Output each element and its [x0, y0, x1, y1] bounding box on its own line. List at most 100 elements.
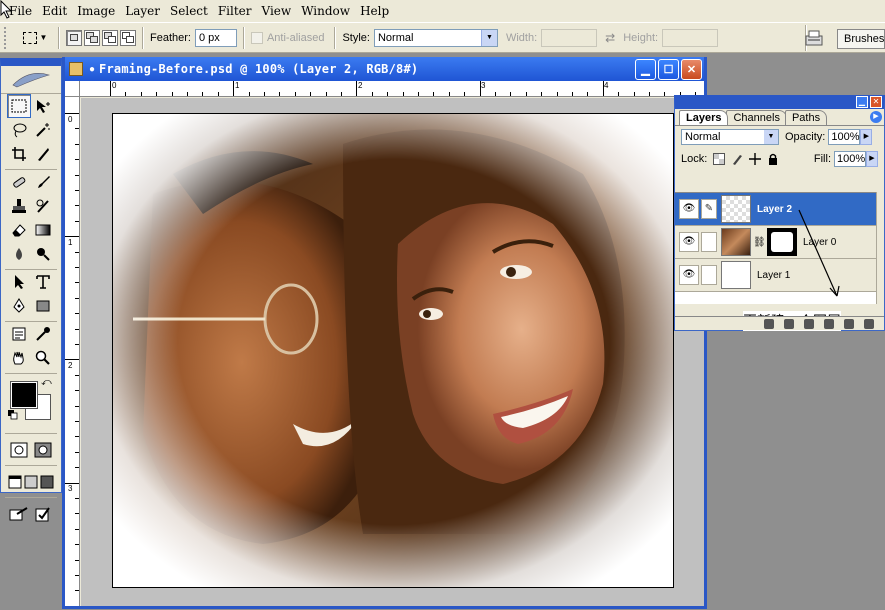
- layer-list-scrollbar[interactable]: [876, 192, 884, 304]
- eraser-tool[interactable]: [7, 218, 31, 242]
- height-input[interactable]: [662, 28, 719, 47]
- full-screen-mode-button[interactable]: [39, 470, 55, 494]
- rectangular-marquee-tool[interactable]: [7, 94, 31, 118]
- hand-tool[interactable]: [7, 346, 31, 370]
- fill-slider-button[interactable]: ▶: [866, 151, 878, 167]
- magic-wand-tool[interactable]: [31, 118, 55, 142]
- rectangle-shape-tool[interactable]: [31, 294, 55, 318]
- lasso-tool[interactable]: [7, 118, 31, 142]
- document-title-bar[interactable]: ● Framing-Before.psd @ 100% (Layer 2, RG…: [65, 57, 704, 81]
- canvas-pasteboard[interactable]: [81, 98, 704, 606]
- new-group-icon[interactable]: [804, 318, 814, 329]
- lock-transparency-icon[interactable]: [713, 153, 726, 165]
- link-cell[interactable]: [701, 265, 717, 285]
- eye-icon[interactable]: 👁: [679, 265, 699, 285]
- horizontal-ruler[interactable]: 0 1 2 3 4: [80, 81, 704, 97]
- menu-view[interactable]: View: [257, 0, 297, 22]
- divider: [334, 26, 337, 49]
- tool-preset-picker[interactable]: ▼: [18, 27, 52, 49]
- opacity-slider-button[interactable]: ▶: [860, 129, 873, 145]
- fill-input[interactable]: 100%: [834, 151, 866, 167]
- bullet-icon: ●: [89, 63, 96, 75]
- menu-help[interactable]: Help: [355, 0, 394, 22]
- healing-brush-tool[interactable]: [7, 170, 31, 194]
- feather-input[interactable]: [194, 28, 237, 47]
- history-brush-tool[interactable]: [31, 194, 55, 218]
- photoshop-feather-logo[interactable]: [1, 66, 61, 94]
- image-canvas[interactable]: [112, 113, 674, 588]
- palette-menu-button[interactable]: ▶: [870, 111, 882, 123]
- clone-stamp-tool[interactable]: [7, 194, 31, 218]
- gradient-tool[interactable]: [31, 218, 55, 242]
- menu-layer[interactable]: Layer: [120, 0, 165, 22]
- eye-icon[interactable]: 👁: [679, 232, 699, 252]
- move-tool[interactable]: [31, 94, 55, 118]
- foreground-color-swatch[interactable]: [10, 381, 38, 409]
- new-selection-button[interactable]: [66, 29, 82, 46]
- marquee-icon: [22, 31, 37, 44]
- eye-icon[interactable]: 👁: [679, 199, 699, 219]
- tab-layers[interactable]: Layers: [679, 110, 729, 125]
- dodge-tool[interactable]: [31, 242, 55, 266]
- type-tool[interactable]: [31, 270, 55, 294]
- blend-mode-select[interactable]: Normal ▼: [681, 129, 779, 145]
- style-select[interactable]: Normal ▼: [373, 28, 498, 47]
- full-screen-menu-mode-button[interactable]: [23, 470, 39, 494]
- menu-window[interactable]: Window: [296, 0, 355, 22]
- tab-channels[interactable]: Channels: [726, 110, 787, 125]
- palette-well-icon[interactable]: [803, 27, 825, 49]
- tab-paths[interactable]: Paths: [784, 110, 828, 125]
- layer-mask-thumbnail[interactable]: [767, 228, 797, 256]
- eyedropper-tool[interactable]: [31, 322, 55, 346]
- close-button[interactable]: ✕: [681, 58, 702, 80]
- layer-style-icon[interactable]: [764, 318, 774, 329]
- default-colors-icon[interactable]: [8, 410, 18, 420]
- palette-minimize-button[interactable]: ▁: [856, 96, 868, 108]
- intersect-selection-button[interactable]: [120, 29, 136, 46]
- standard-mode-button[interactable]: [7, 438, 31, 462]
- link-cell[interactable]: [701, 232, 717, 252]
- menu-edit[interactable]: Edit: [37, 0, 72, 22]
- path-selection-tool[interactable]: [7, 270, 31, 294]
- palette-close-button[interactable]: ✕: [870, 96, 882, 108]
- vertical-ruler[interactable]: 0 1 2 3: [65, 97, 80, 606]
- subtract-from-selection-button[interactable]: [102, 29, 118, 46]
- standard-screen-mode-button[interactable]: [7, 470, 23, 494]
- ruler-tick: [75, 297, 79, 299]
- add-to-selection-button[interactable]: [84, 29, 100, 46]
- jump-to-imageready-button[interactable]: [7, 502, 31, 526]
- zoom-tool[interactable]: [31, 346, 55, 370]
- chain-link-icon[interactable]: ⛓: [753, 237, 766, 248]
- brush-tool[interactable]: [31, 170, 55, 194]
- options-grip[interactable]: [4, 26, 10, 49]
- ruler-tick: [402, 92, 404, 96]
- anti-aliased-checkbox[interactable]: [250, 31, 263, 44]
- menu-filter[interactable]: Filter: [213, 0, 257, 22]
- menu-select[interactable]: Select: [165, 0, 213, 22]
- minimize-button[interactable]: ▁: [635, 58, 656, 80]
- swap-colors-icon[interactable]: ⤺: [41, 377, 52, 388]
- trash-icon[interactable]: [864, 318, 874, 329]
- new-layer-icon[interactable]: [844, 318, 854, 329]
- slice-tool[interactable]: [31, 142, 55, 166]
- menu-image[interactable]: Image: [72, 0, 120, 22]
- adjustment-layer-icon[interactable]: [824, 318, 834, 329]
- color-swatches: ⤺: [1, 374, 61, 430]
- brushes-palette-tab[interactable]: Brushes: [837, 29, 885, 49]
- edit-in-imageready-icon[interactable]: [31, 502, 55, 526]
- opacity-input[interactable]: 100%: [828, 129, 861, 145]
- lock-image-pixels-icon[interactable]: [731, 153, 743, 165]
- lock-all-icon[interactable]: [767, 153, 779, 165]
- quick-mask-mode-button[interactable]: [31, 438, 55, 462]
- pen-tool[interactable]: [7, 294, 31, 318]
- maximize-button[interactable]: ☐: [658, 58, 679, 80]
- notes-tool[interactable]: [7, 322, 31, 346]
- blur-tool[interactable]: [7, 242, 31, 266]
- ruler-origin[interactable]: [65, 81, 80, 97]
- lock-position-icon[interactable]: [749, 153, 762, 165]
- swap-dimensions-icon[interactable]: ⇄: [605, 31, 615, 45]
- crop-tool[interactable]: [7, 142, 31, 166]
- brush-icon[interactable]: ✎: [701, 199, 717, 219]
- width-input[interactable]: [541, 28, 598, 47]
- add-mask-icon[interactable]: [784, 318, 794, 329]
